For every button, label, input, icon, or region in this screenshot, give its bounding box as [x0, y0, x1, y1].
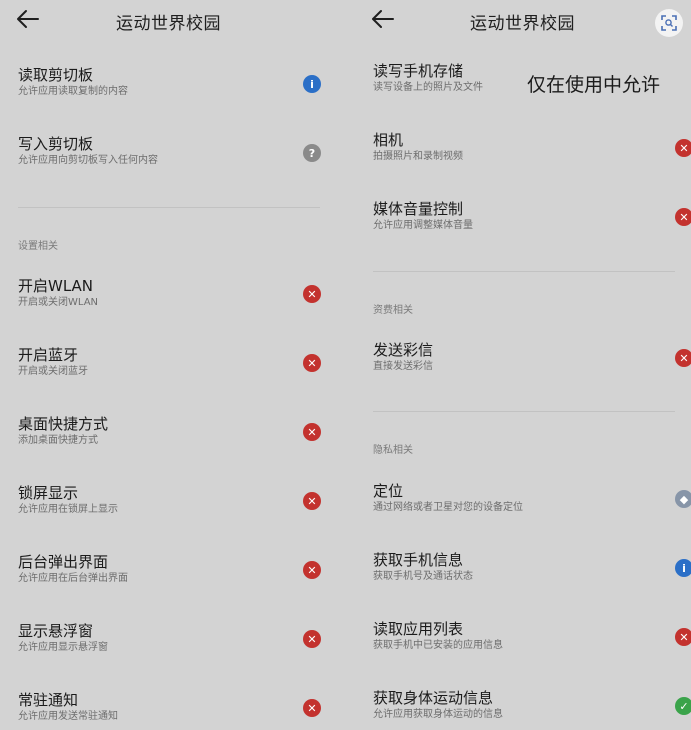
item-desc: 允许应用调整媒体音量 [373, 220, 473, 231]
permission-item-media-volume[interactable]: 媒体音量控制 允许应用调整媒体音量 ✕ [373, 200, 691, 250]
back-arrow-icon[interactable] [371, 8, 395, 30]
item-title: 读取剪切板 [18, 66, 94, 84]
permission-item-persistent-notification[interactable]: 常驻通知 允许应用发送常驻通知 ✕ [18, 691, 345, 730]
deny-status-icon[interactable]: ✕ [675, 349, 691, 367]
allow-status-icon[interactable]: ✓ [675, 697, 691, 715]
deny-status-icon[interactable]: ✕ [675, 139, 691, 157]
item-title: 写入剪切板 [18, 135, 94, 153]
deny-status-icon[interactable]: ✕ [303, 492, 321, 510]
item-title: 获取身体运动信息 [373, 689, 494, 707]
item-desc: 直接发送彩信 [373, 361, 433, 372]
item-desc: 通过网络或者卫星对您的设备定位 [373, 502, 523, 513]
item-desc: 允许应用获取身体运动的信息 [373, 709, 503, 720]
item-title: 定位 [373, 482, 404, 500]
deny-status-icon[interactable]: ✕ [675, 208, 691, 226]
right-permissions-panel: 运动世界校园 读写手机存储 读写设备上的照片及文件 相机 拍摄照片和录制视频 ✕… [355, 0, 691, 730]
section-label-settings: 设置相关 [18, 241, 58, 252]
deny-status-icon[interactable]: ✕ [303, 630, 321, 648]
permission-item-floating-window[interactable]: 显示悬浮窗 允许应用显示悬浮窗 ✕ [18, 622, 345, 672]
info-status-icon[interactable]: i [675, 559, 691, 577]
item-desc: 获取手机号及通话状态 [373, 571, 473, 582]
item-title: 常驻通知 [18, 691, 79, 709]
item-title: 开启WLAN [18, 277, 94, 295]
divider [373, 411, 675, 412]
permission-item-write-clipboard[interactable]: 写入剪切板 允许应用向剪切板写入任何内容 ? [18, 135, 345, 185]
header: 运动世界校园 [355, 0, 691, 40]
left-permissions-panel: 运动世界校园 读取剪切板 允许应用读取复制的内容 i 写入剪切板 允许应用向剪切… [0, 0, 345, 730]
deny-status-icon[interactable]: ✕ [303, 561, 321, 579]
back-arrow-icon[interactable] [16, 8, 40, 30]
item-title: 锁屏显示 [18, 484, 79, 502]
page-title: 运动世界校园 [470, 14, 575, 34]
item-desc: 允许应用读取复制的内容 [18, 86, 128, 97]
item-title: 媒体音量控制 [373, 200, 464, 218]
scan-icon[interactable] [655, 9, 683, 37]
item-desc: 拍摄照片和录制视频 [373, 151, 463, 162]
info-status-icon[interactable]: i [303, 75, 321, 93]
permission-item-location[interactable]: 定位 通过网络或者卫星对您的设备定位 ◆ [373, 482, 691, 532]
permission-item-background-popup[interactable]: 后台弹出界面 允许应用在后台弹出界面 ✕ [18, 553, 345, 603]
permission-item-bluetooth[interactable]: 开启蓝牙 开启或关闭蓝牙 ✕ [18, 346, 345, 396]
deny-status-icon[interactable]: ✕ [303, 423, 321, 441]
item-title: 读取应用列表 [373, 620, 464, 638]
item-desc: 开启或关闭WLAN [18, 297, 99, 308]
item-title: 发送彩信 [373, 341, 434, 359]
deny-status-icon[interactable]: ✕ [303, 354, 321, 372]
permission-item-mms[interactable]: 发送彩信 直接发送彩信 ✕ [373, 341, 691, 391]
question-status-icon[interactable]: ? [303, 144, 321, 162]
item-title: 后台弹出界面 [18, 553, 109, 571]
permission-item-read-clipboard[interactable]: 读取剪切板 允许应用读取复制的内容 i [18, 66, 345, 116]
item-title: 相机 [373, 131, 404, 149]
permission-item-wlan[interactable]: 开启WLAN 开启或关闭WLAN ✕ [18, 277, 345, 327]
item-title: 获取手机信息 [373, 551, 464, 569]
allow-while-in-use-label: 仅在使用中允许 [527, 74, 661, 96]
permission-item-lockscreen[interactable]: 锁屏显示 允许应用在锁屏上显示 ✕ [18, 484, 345, 534]
item-desc: 开启或关闭蓝牙 [18, 366, 88, 377]
permission-item-phone-info[interactable]: 获取手机信息 获取手机号及通话状态 i [373, 551, 691, 601]
header: 运动世界校园 [0, 0, 345, 40]
item-desc: 添加桌面快捷方式 [18, 435, 98, 446]
item-desc: 允许应用发送常驻通知 [18, 711, 118, 722]
item-desc: 允许应用在锁屏上显示 [18, 504, 118, 515]
section-label-charges: 资费相关 [373, 305, 413, 316]
permission-item-shortcut[interactable]: 桌面快捷方式 添加桌面快捷方式 ✕ [18, 415, 345, 465]
item-title: 显示悬浮窗 [18, 622, 94, 640]
divider [373, 271, 675, 272]
deny-status-icon[interactable]: ✕ [303, 285, 321, 303]
item-desc: 允许应用在后台弹出界面 [18, 573, 128, 584]
item-desc: 允许应用显示悬浮窗 [18, 642, 108, 653]
deny-status-icon[interactable]: ✕ [303, 699, 321, 717]
page-title: 运动世界校园 [116, 14, 221, 34]
section-label-privacy: 隐私相关 [373, 445, 413, 456]
item-title: 开启蓝牙 [18, 346, 79, 364]
permission-item-camera[interactable]: 相机 拍摄照片和录制视频 ✕ [373, 131, 691, 181]
permission-item-app-list[interactable]: 读取应用列表 获取手机中已安装的应用信息 ✕ [373, 620, 691, 670]
deny-status-icon[interactable]: ✕ [675, 628, 691, 646]
permission-item-body-motion[interactable]: 获取身体运动信息 允许应用获取身体运动的信息 ✓ [373, 689, 691, 730]
item-title: 桌面快捷方式 [18, 415, 109, 433]
location-status-icon[interactable]: ◆ [675, 490, 691, 508]
item-desc: 获取手机中已安装的应用信息 [373, 640, 503, 651]
item-desc: 允许应用向剪切板写入任何内容 [18, 155, 158, 166]
divider [18, 207, 320, 208]
